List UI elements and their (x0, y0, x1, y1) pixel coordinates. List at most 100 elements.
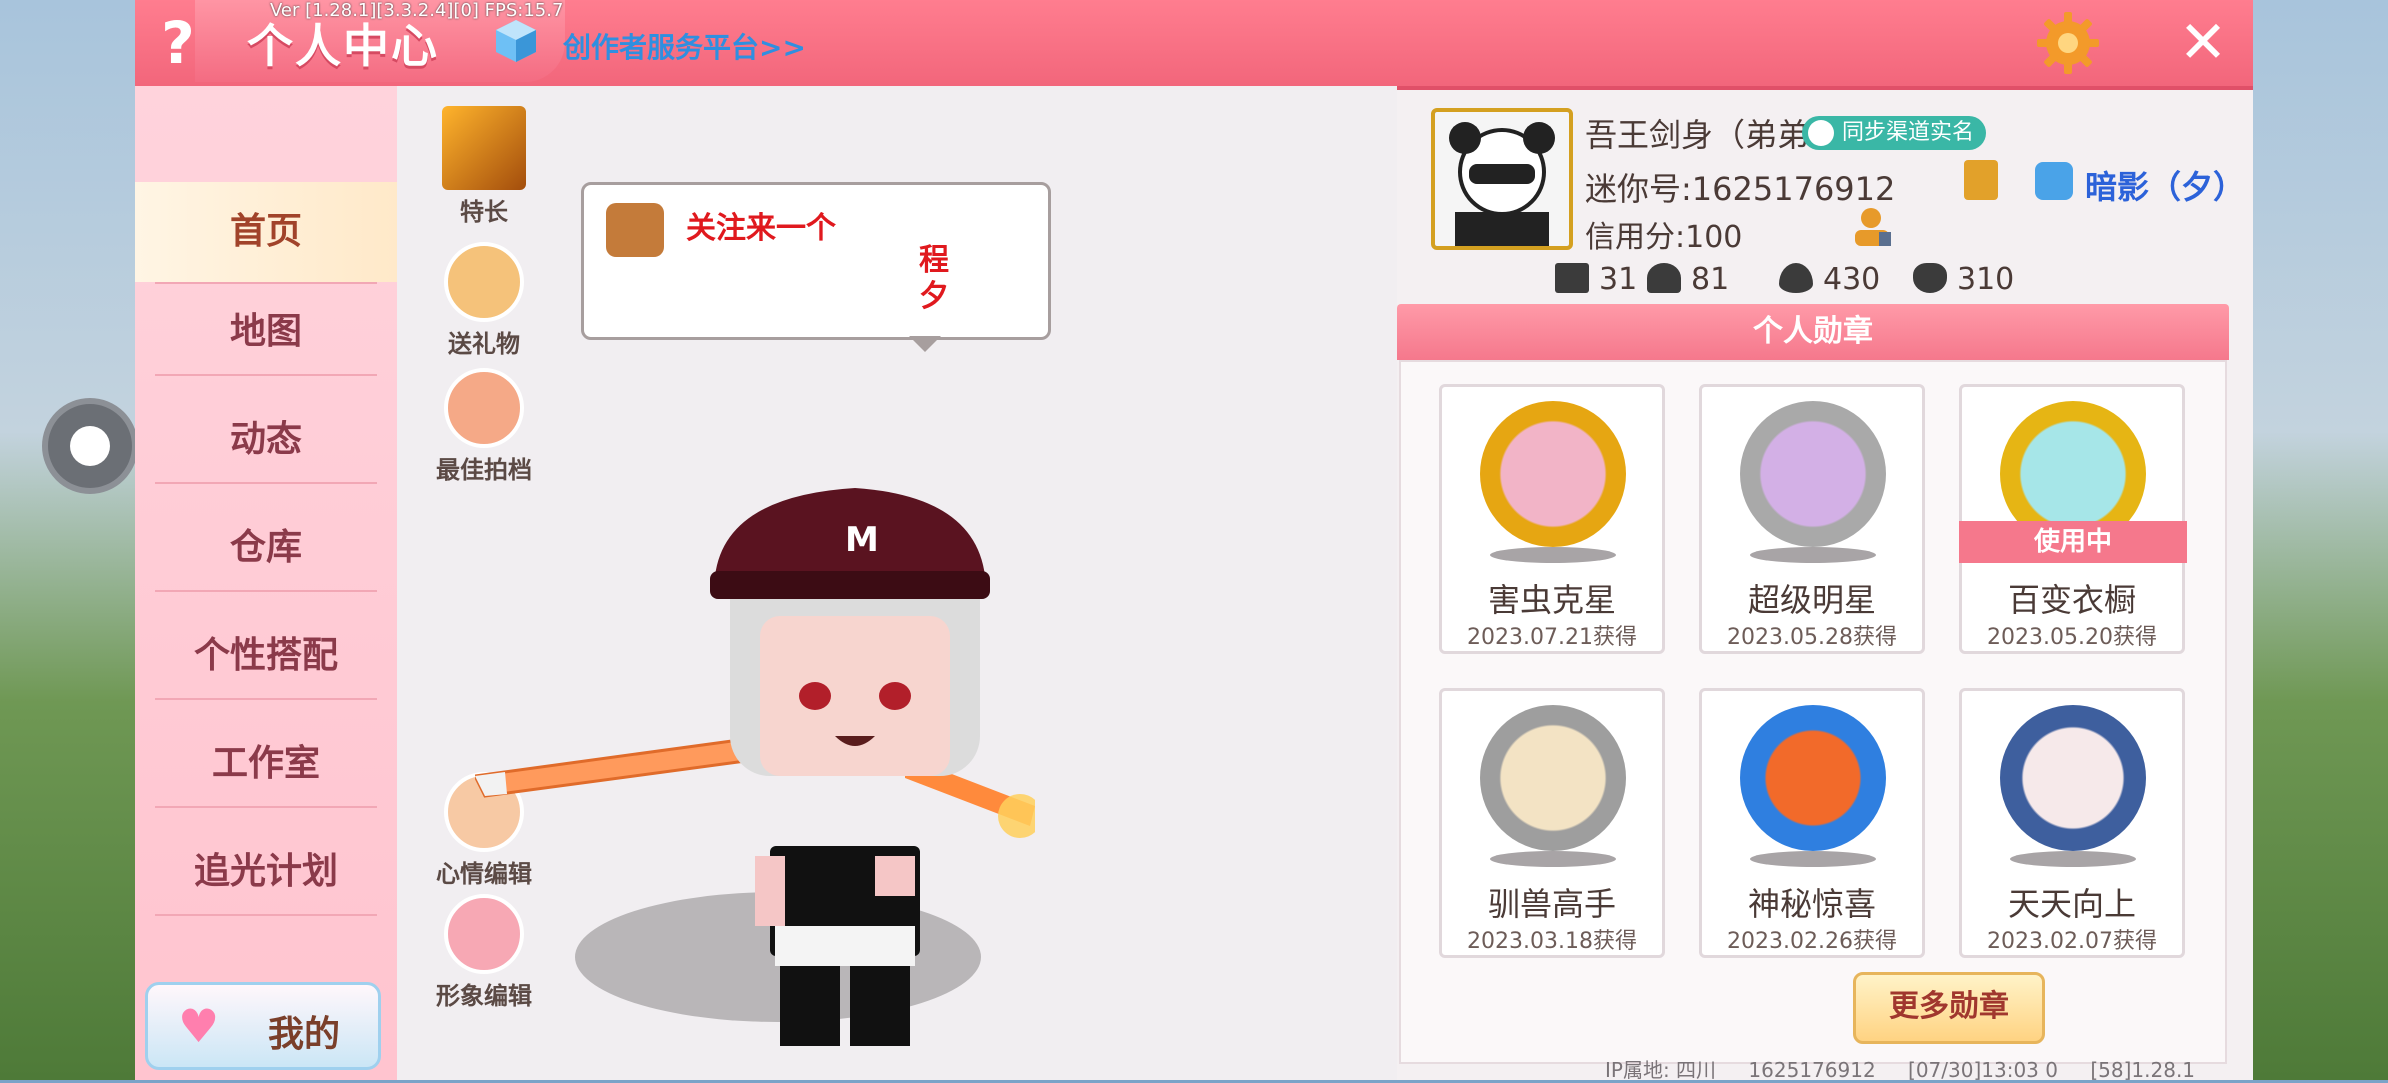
medal-name: 害虫克星 (1487, 581, 1616, 619)
footer-time: [07/30]13:03 0 (1908, 1058, 2058, 1082)
mine-button[interactable]: ♥ 我的 (145, 982, 381, 1070)
personal-center-panel: ? 个人中心 创作者服务平台>> ✕ Ver [1.28.1][3.3.2.4] (135, 0, 2253, 1083)
medal-name: 天天向上 (2007, 885, 2136, 923)
mood-bubble: 关注来一个 程 夕 (581, 182, 1051, 340)
divider (155, 590, 377, 592)
medal-card[interactable]: 驯兽高手 2023.03.18获得 (1439, 688, 1665, 958)
pest-buster-medal-icon (1480, 401, 1626, 547)
medal-card[interactable]: 神秘惊喜 2023.02.26获得 (1699, 688, 1925, 958)
in-use-badge: 使用中 (1959, 521, 2187, 563)
sidebar: 首页 地图 动态 仓库 个性搭配 工作室 追光计划 ♥ 我的 (135, 86, 397, 1080)
profile-area: 吾王剑身（弟弟 同步渠道实名 迷你号:1625176912 暗影（夕） 信用分:… (1397, 86, 2253, 1080)
mood-text-line2: 程 夕 (919, 243, 949, 314)
floating-assist-ball[interactable] (42, 398, 138, 494)
sidebar-item-light-plan[interactable]: 追光计划 (135, 822, 397, 922)
avatar[interactable] (1431, 108, 1573, 250)
sidebar-item-map[interactable]: 地图 (135, 282, 397, 382)
daily-progress-medal-icon (2000, 705, 2146, 851)
lightning-icon (442, 106, 526, 190)
player-character[interactable]: M (475, 386, 1035, 1066)
mini-id: 迷你号:1625176912 (1585, 170, 1896, 208)
medal-card[interactable]: 使用中 百变衣橱 2023.05.20获得 (1959, 384, 2187, 654)
help-button[interactable]: ? (143, 8, 213, 78)
pedestal (1490, 547, 1616, 563)
medal-date: 2023.05.28获得 (1727, 625, 1897, 650)
mood-text-line1: 关注来一个 (686, 211, 836, 246)
gift-icon (444, 242, 524, 322)
divider (155, 914, 377, 916)
stat-likes: 310 (1913, 262, 2014, 297)
sidebar-item-storage[interactable]: 仓库 (135, 498, 397, 598)
medal-name: 驯兽高手 (1487, 885, 1616, 923)
bubble-tail (909, 336, 941, 352)
divider (155, 698, 377, 700)
cube-icon (496, 20, 536, 62)
heart-icon: ♥ (178, 999, 220, 1053)
hat-letter: M (845, 520, 879, 560)
talent-button[interactable]: 特长 (429, 106, 539, 227)
panda-avatar-icon (1435, 112, 1569, 246)
pedestal (1490, 851, 1616, 867)
divider (155, 482, 377, 484)
fire-icon (1779, 263, 1813, 293)
footer-version: [58]1.28.1 (2090, 1058, 2196, 1082)
mystery-surprise-medal-icon (1740, 705, 1886, 851)
mine-label: 我的 (268, 1014, 341, 1055)
sidebar-item-home[interactable]: 首页 (135, 182, 397, 282)
medal-header: 个人勋章 (1397, 304, 2229, 360)
sidebar-item-feed[interactable]: 动态 (135, 390, 397, 490)
clan-star-icon (2035, 162, 2073, 200)
stat-plus: 31 (1555, 262, 1637, 297)
stat-fire-value: 430 (1823, 262, 1881, 297)
pedestal (2010, 851, 2136, 867)
medal-card[interactable]: 超级明星 2023.05.28获得 (1699, 384, 1925, 654)
stat-plus-value: 31 (1599, 262, 1638, 297)
medal-date: 2023.02.07获得 (1987, 929, 2157, 954)
medal-date: 2023.05.20获得 (1987, 625, 2157, 650)
pedestal (1750, 547, 1876, 563)
stat-fans: 81 (1647, 262, 1729, 297)
ip-location: IP属地: 四川 (1605, 1058, 1717, 1082)
gift-label: 送礼物 (448, 330, 520, 358)
pedestal (1750, 851, 1876, 867)
medal-date: 2023.03.18获得 (1467, 929, 1637, 954)
clan-name[interactable]: 暗影（夕） (2085, 162, 2245, 208)
divider (155, 374, 377, 376)
character-face-icon (606, 203, 664, 257)
close-button[interactable]: ✕ (2173, 12, 2233, 72)
beast-tamer-medal-icon (1480, 705, 1626, 851)
medal-grid: 害虫克星 2023.07.21获得 超级明星 2023.05.28获得 使用中 … (1399, 360, 2227, 1064)
medal-card[interactable]: 害虫克星 2023.07.21获得 (1439, 384, 1665, 654)
nickname: 吾王剑身（弟弟 (1585, 116, 1810, 154)
talent-label: 特长 (460, 198, 508, 226)
sync-realname-badge[interactable]: 同步渠道实名 (1802, 116, 1987, 150)
backdrop-left (0, 0, 140, 1080)
footer-uid: 1625176912 (1748, 1058, 1876, 1082)
footer-info: IP属地: 四川 1625176912 [07/30]13:03 0 [58]1… (1605, 1054, 2221, 1083)
fans-icon (1647, 263, 1681, 293)
heart-icon (1913, 263, 1947, 293)
divider (155, 806, 377, 808)
credit-score: 信用分:100 (1585, 220, 1743, 255)
stat-fans-value: 81 (1691, 262, 1730, 297)
sidebar-item-outfit[interactable]: 个性搭配 (135, 606, 397, 706)
medal-name: 神秘惊喜 (1747, 885, 1876, 923)
medal-name: 百变衣橱 (2007, 581, 2136, 619)
medal-name: 超级明星 (1747, 581, 1876, 619)
super-star-medal-icon (1740, 401, 1886, 547)
more-medals-button[interactable]: 更多勋章 (1853, 972, 2045, 1044)
stat-fire: 430 (1779, 262, 1880, 297)
medal-panel: 个人勋章 害虫克星 2023.07.21获得 超级明星 2023.05.28获得 (1397, 304, 2369, 1064)
copy-icon[interactable] (1964, 160, 1998, 200)
avatar-scene: 特长 送礼物 最佳拍档 心情编辑 形象编辑 关注来一个 程 夕 M (397, 86, 1397, 1080)
sidebar-item-studio[interactable]: 工作室 (135, 714, 397, 814)
stat-likes-value: 310 (1957, 262, 2015, 297)
gift-button[interactable]: 送礼物 (429, 242, 539, 359)
plus-icon (1555, 263, 1589, 293)
medal-date: 2023.07.21获得 (1467, 625, 1637, 650)
person-card-icon[interactable] (1853, 206, 1893, 248)
medal-card[interactable]: 天天向上 2023.02.07获得 (1959, 688, 2185, 958)
creator-platform-link[interactable]: 创作者服务平台>> (563, 26, 806, 66)
fps-debug-overlay: Ver [1.28.1][3.3.2.4][0] FPS:15.7 (270, 0, 564, 21)
gear-icon[interactable] (2035, 10, 2101, 76)
